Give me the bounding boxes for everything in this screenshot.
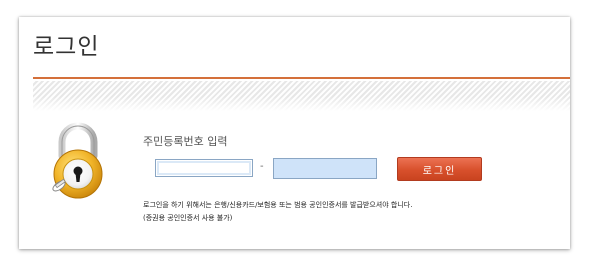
title-divider <box>33 77 570 79</box>
resident-number-separator: - <box>260 161 264 172</box>
resident-number-second-input[interactable] <box>273 158 377 179</box>
resident-number-first-input[interactable] <box>155 159 253 177</box>
login-panel: 로그인 주민등록번호 입력 - 로그인 로그인을 하기 위해서는 은행/신용카드… <box>19 17 570 249</box>
certificate-notice: 로그인을 하기 위해서는 은행/신용카드/보험용 또는 범용 공인인증서를 발급… <box>143 199 412 225</box>
login-button[interactable]: 로그인 <box>397 157 482 181</box>
banner-fade <box>33 97 570 111</box>
resident-number-label: 주민등록번호 입력 <box>143 135 228 148</box>
certificate-notice-line2: (증권용 공인인증서 사용 불가) <box>143 214 233 222</box>
certificate-notice-line1: 로그인을 하기 위해서는 은행/신용카드/보험용 또는 범용 공인인증서를 발급… <box>143 201 413 209</box>
padlock-icon <box>52 122 103 199</box>
page-title: 로그인 <box>33 34 100 60</box>
